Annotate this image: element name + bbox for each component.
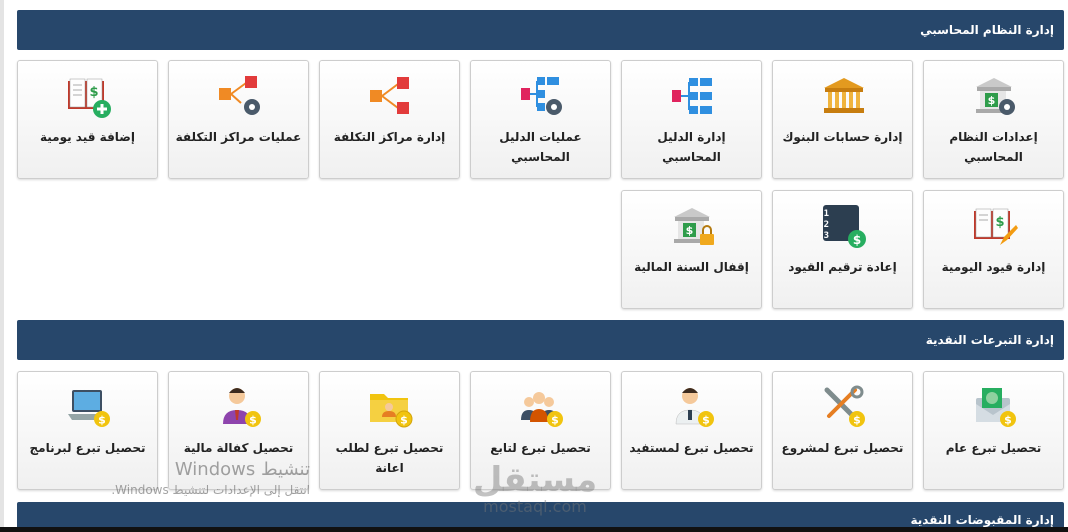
laptop-coin-icon: $ <box>66 384 112 430</box>
section-title-accounting: إدارة النظام المحاسبي <box>920 23 1054 37</box>
taskbar-edge <box>0 527 1068 532</box>
tile-label: تحصيل تبرع لبرنامج <box>29 441 146 455</box>
svg-text:$: $ <box>89 85 98 100</box>
section-header-accounting: إدارة النظام المحاسبي <box>17 10 1064 50</box>
folder-coin-icon: $ <box>368 384 414 430</box>
tile-label: إعادة ترقيم القيود <box>788 260 897 274</box>
tile-financial-sponsorship[interactable]: $ تحصيل كفالة مالية <box>168 371 309 490</box>
page-left-border <box>0 0 4 532</box>
svg-text:$: $ <box>249 414 257 427</box>
tile-cost-center-operations[interactable]: عمليات مراكز التكلفة <box>168 60 309 179</box>
tile-bank-accounts[interactable]: إدارة حسابات البنوك <box>772 60 913 179</box>
tile-beneficiary-donation[interactable]: $ تحصيل تبرع لمستفيد <box>621 371 762 490</box>
tile-chart-operations[interactable]: عمليات الدليل المحاسبي <box>470 60 611 179</box>
beneficiary-coin-icon: $ <box>670 384 716 430</box>
tile-label: إقفال السنة المالية <box>634 260 749 274</box>
svg-text:$: $ <box>400 414 408 427</box>
tile-label: تحصيل تبرع لمستفيد <box>629 441 754 455</box>
tile-general-donation[interactable]: $ تحصيل تبرع عام <box>923 371 1064 490</box>
svg-text:$: $ <box>98 414 106 427</box>
tile-label: تحصيل كفالة مالية <box>183 441 294 455</box>
svg-text:$: $ <box>988 94 996 107</box>
svg-text:$: $ <box>853 414 861 427</box>
tools-coin-icon: $ <box>821 384 867 430</box>
tile-label: إدارة قيود اليومية <box>941 260 1046 274</box>
section-header-donations: إدارة التبرعات النقدية <box>17 320 1064 360</box>
sponsor-coin-icon: $ <box>217 384 263 430</box>
tile-label: إعدادات النظام المحاسبي <box>949 130 1038 164</box>
tile-chart-of-accounts[interactable]: إدارة الدليل المحاسبي <box>621 60 762 179</box>
journal-edit-icon: $ <box>972 203 1018 249</box>
tile-label: إدارة الدليل المحاسبي <box>657 130 726 164</box>
tile-add-journal-entry[interactable]: $ إضافة قيد يومية <box>17 60 158 179</box>
svg-text:3 6 9: 3 6 9 <box>821 231 829 241</box>
cost-center-icon <box>368 73 414 119</box>
svg-text:1 4 7: 1 4 7 <box>821 209 829 219</box>
chart-tree-icon <box>670 73 716 119</box>
tile-label: عمليات الدليل المحاسبي <box>499 130 582 164</box>
bank-building-icon <box>821 73 867 119</box>
svg-text:$: $ <box>1004 414 1012 427</box>
renumber-icon: 1 4 7 2 5 8 3 6 9 $ <box>821 203 867 249</box>
tile-renumber-entries[interactable]: 1 4 7 2 5 8 3 6 9 $ إعادة ترقيم القيود <box>772 190 913 309</box>
tile-close-fiscal-year[interactable]: $ إقفال السنة المالية <box>621 190 762 309</box>
svg-text:$: $ <box>853 233 861 247</box>
bank-lock-icon: $ <box>670 203 716 249</box>
tile-label: إدارة مراكز التكلفة <box>333 130 446 144</box>
tile-label: إضافة قيد يومية <box>39 130 136 144</box>
tile-label: عمليات مراكز التكلفة <box>175 130 302 144</box>
svg-text:2 5 8: 2 5 8 <box>821 220 829 230</box>
section-title-receipts: إدارة المقبوضات النقدية <box>910 513 1054 527</box>
chart-tree-gear-icon <box>519 73 565 119</box>
tile-label: تحصيل تبرع لمشروع <box>781 441 904 455</box>
tile-dependent-donation[interactable]: $ تحصيل تبرع لتابع <box>470 371 611 490</box>
tile-label: تحصيل تبرع عام <box>945 441 1042 455</box>
tile-manage-journal-entries[interactable]: $ إدارة قيود اليومية <box>923 190 1064 309</box>
group-coin-icon: $ <box>519 384 565 430</box>
bank-settings-icon: $ <box>972 73 1018 119</box>
tile-program-donation[interactable]: $ تحصيل تبرع لبرنامج <box>17 371 158 490</box>
tile-label: تحصيل تبرع لتابع <box>490 441 591 455</box>
tile-accounting-settings[interactable]: $ إعدادات النظام المحاسبي <box>923 60 1064 179</box>
svg-text:$: $ <box>686 224 694 237</box>
money-envelope-icon: $ <box>972 384 1018 430</box>
svg-text:$: $ <box>702 414 710 427</box>
svg-text:$: $ <box>995 215 1004 230</box>
tile-cost-centers[interactable]: إدارة مراكز التكلفة <box>319 60 460 179</box>
tile-label: تحصيل تبرع لطلب اعانة <box>335 441 444 475</box>
journal-add-icon: $ <box>66 73 112 119</box>
tile-aid-request-donation[interactable]: $ تحصيل تبرع لطلب اعانة <box>319 371 460 490</box>
tile-project-donation[interactable]: $ تحصيل تبرع لمشروع <box>772 371 913 490</box>
cost-center-gear-icon <box>217 73 263 119</box>
tile-label: إدارة حسابات البنوك <box>782 130 903 144</box>
svg-text:$: $ <box>551 414 559 427</box>
section-title-donations: إدارة التبرعات النقدية <box>925 333 1054 347</box>
